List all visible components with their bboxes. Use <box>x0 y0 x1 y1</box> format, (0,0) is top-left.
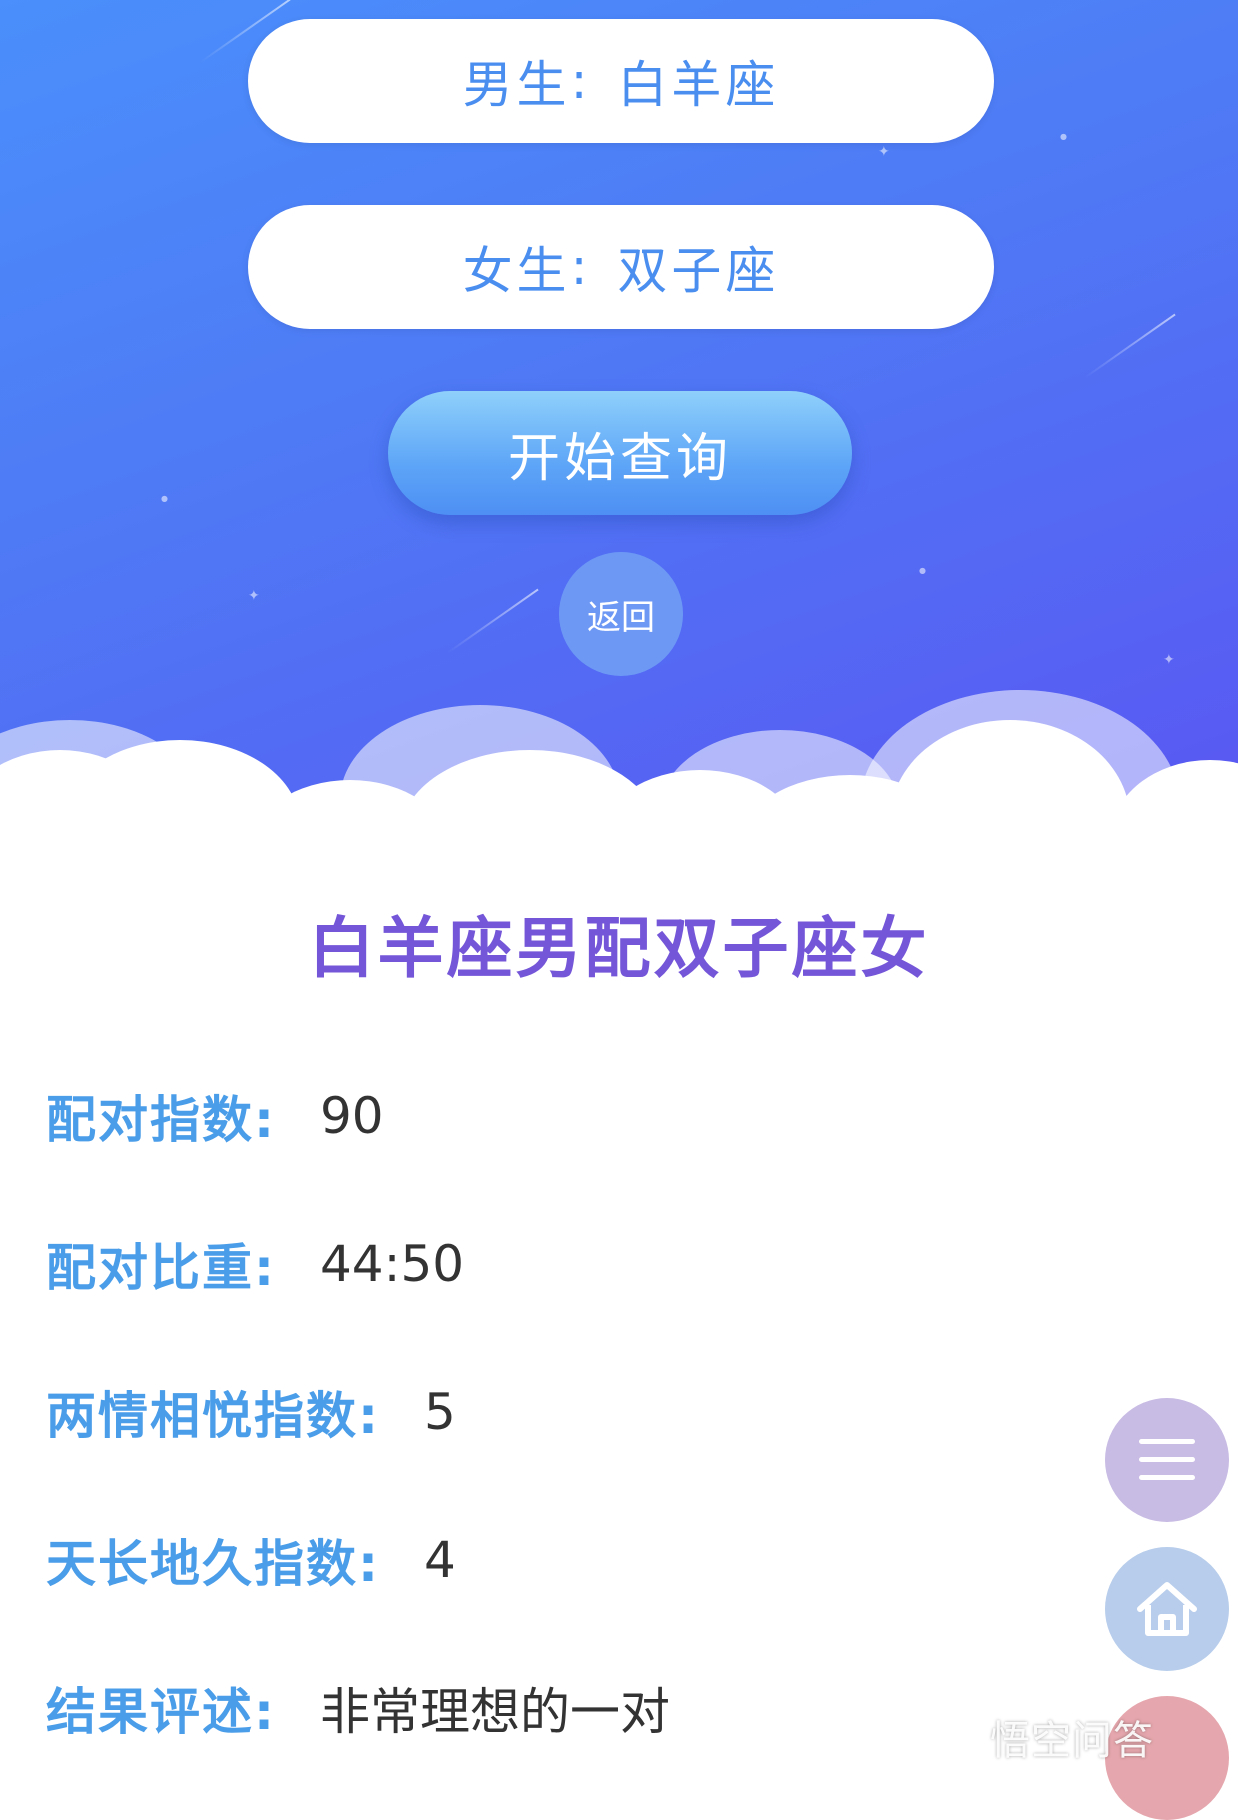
row-value: 44:50 <box>320 1235 465 1293</box>
match-index-row: 配对指数: 90 <box>46 1080 384 1152</box>
star-icon: ● <box>919 566 926 575</box>
star-icon: ✦ <box>878 144 890 160</box>
shooting-star <box>447 588 539 654</box>
row-label: 结果评述: <box>46 1683 276 1741</box>
start-query-button[interactable]: 开始查询 <box>388 391 852 515</box>
home-icon <box>1137 1582 1197 1636</box>
row-value: 90 <box>320 1087 384 1145</box>
shooting-star <box>1084 313 1176 379</box>
female-sign-value: 双子座 <box>617 242 780 300</box>
male-sign-field[interactable]: 男生: 白羊座 <box>248 19 994 143</box>
menu-button[interactable] <box>1105 1398 1229 1522</box>
row-value: 非常理想的一对 <box>320 1683 670 1741</box>
row-label: 配对指数: <box>46 1091 276 1149</box>
female-label: 女生 <box>462 242 571 300</box>
row-label: 两情相悦指数: <box>46 1387 380 1445</box>
match-ratio-row: 配对比重: 44:50 <box>46 1228 464 1300</box>
row-value: 4 <box>424 1531 456 1589</box>
home-button[interactable] <box>1105 1547 1229 1671</box>
male-label: 男生 <box>462 56 571 114</box>
watermark-text: 悟空问答 <box>990 1718 1154 1764</box>
row-label: 天长地久指数: <box>46 1535 380 1593</box>
hamburger-menu-icon <box>1139 1439 1195 1480</box>
back-button[interactable]: 返回 <box>559 552 683 676</box>
result-title: 白羊座男配双子座女 <box>308 910 930 987</box>
male-separator: : <box>570 52 592 110</box>
star-icon: ✦ <box>1163 652 1175 668</box>
result-comment-row: 结果评述: 非常理想的一对 <box>46 1672 670 1744</box>
male-sign-value: 白羊座 <box>617 56 780 114</box>
female-sign-field[interactable]: 女生: 双子座 <box>248 205 994 329</box>
row-label: 配对比重: <box>46 1239 276 1297</box>
star-icon: ● <box>1060 132 1067 141</box>
cloud-base <box>0 800 1238 860</box>
star-icon: ✦ <box>248 588 260 604</box>
star-icon: ● <box>161 494 168 503</box>
female-separator: : <box>570 238 592 296</box>
row-value: 5 <box>424 1383 456 1441</box>
mutual-love-row: 两情相悦指数: 5 <box>46 1376 456 1448</box>
everlasting-row: 天长地久指数: 4 <box>46 1524 456 1596</box>
